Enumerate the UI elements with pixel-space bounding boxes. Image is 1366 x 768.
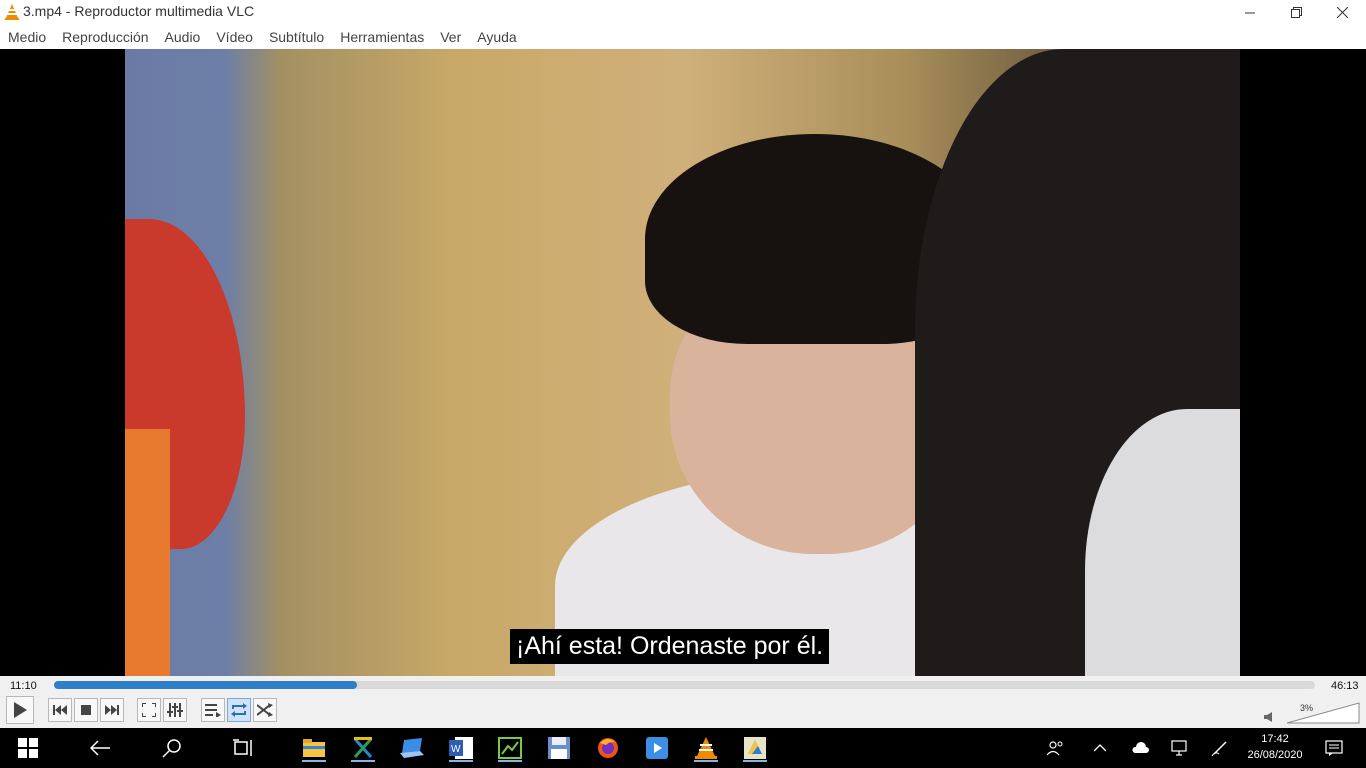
taskbar-drive-app[interactable] (739, 734, 771, 762)
drive-app-icon (744, 737, 766, 759)
task-view-icon (233, 739, 252, 756)
speaker-icon[interactable] (1264, 712, 1274, 722)
close-icon (1336, 7, 1348, 18)
people-icon (1047, 741, 1063, 756)
loop-button[interactable] (227, 698, 251, 722)
shuffle-button[interactable] (253, 698, 277, 722)
menu-medio[interactable]: Medio (0, 25, 54, 49)
tray-network[interactable] (1164, 734, 1196, 762)
fullscreen-button[interactable] (137, 698, 161, 722)
tray-people[interactable] (1040, 734, 1072, 762)
taskbar-video-player[interactable] (641, 734, 673, 762)
taskbar-word[interactable]: W (445, 734, 477, 762)
video-frame (125, 49, 1240, 676)
video-area[interactable]: ¡Ahí esta! Ordenaste por él. (0, 49, 1366, 676)
control-bar: 11:10 46:13 3% (0, 676, 1366, 728)
restore-button[interactable] (1273, 0, 1319, 25)
playlist-button[interactable] (201, 698, 225, 722)
minimize-button[interactable] (1227, 0, 1273, 25)
next-button[interactable] (100, 698, 124, 722)
stop-button[interactable] (74, 698, 98, 722)
taskbar-laptop-app[interactable] (396, 734, 428, 762)
folder-icon (303, 739, 325, 757)
taskbar-file-explorer[interactable] (298, 734, 330, 762)
skip-previous-icon (53, 705, 67, 715)
running-indicator (694, 760, 718, 762)
playlist-icon (205, 704, 221, 717)
minimize-icon (1245, 12, 1255, 13)
firefox-icon (598, 738, 618, 758)
taskbar-save-app[interactable] (543, 734, 575, 762)
clock-time[interactable]: 17:42 (1240, 733, 1310, 745)
cloud-icon (1132, 742, 1149, 753)
running-indicator (498, 760, 522, 762)
menu-ver[interactable]: Ver (432, 25, 469, 49)
elapsed-time: 11:10 (10, 680, 37, 692)
video-figure-left-lanyard (125, 429, 170, 676)
close-button[interactable] (1319, 0, 1365, 25)
search-icon (162, 739, 181, 758)
green-square-app-icon (498, 737, 522, 759)
tray-show-hidden[interactable] (1084, 734, 1116, 762)
shuffle-icon (257, 703, 273, 717)
vlc-logo-icon (5, 4, 19, 20)
running-indicator (743, 760, 767, 762)
chevron-up-icon (1094, 744, 1106, 752)
seek-progress (54, 681, 357, 689)
menu-subtitulo[interactable]: Subtítulo (261, 25, 332, 49)
title-bar: 3.mp4 - Reproductor multimedia VLC (0, 0, 1366, 25)
clock-date[interactable]: 26/08/2020 (1240, 749, 1310, 761)
seek-slider[interactable] (54, 681, 1315, 689)
running-indicator (351, 760, 375, 762)
search-button[interactable] (156, 734, 188, 762)
tray-onedrive[interactable] (1124, 734, 1156, 762)
running-indicator (449, 760, 473, 762)
stop-icon (81, 705, 91, 715)
menu-audio[interactable]: Audio (157, 25, 209, 49)
extended-settings-button[interactable] (163, 698, 187, 722)
action-center-button[interactable] (1318, 734, 1350, 762)
window-title: 3.mp4 - Reproductor multimedia VLC (23, 3, 255, 19)
play-button[interactable] (6, 696, 34, 724)
task-view-button[interactable] (228, 734, 260, 762)
menu-herramientas[interactable]: Herramientas (332, 25, 432, 49)
taskbar-app-x[interactable] (347, 734, 379, 762)
pen-icon (1211, 741, 1227, 757)
video-player-icon (646, 737, 668, 759)
menu-reproduccion[interactable]: Reproducción (54, 25, 156, 49)
volume-percentage: 3% (1300, 703, 1314, 713)
loop-icon (231, 703, 247, 717)
menu-video[interactable]: Vídeo (208, 25, 261, 49)
taskbar-firefox[interactable] (592, 734, 624, 762)
menu-ayuda[interactable]: Ayuda (469, 25, 524, 49)
skip-next-icon (105, 705, 119, 715)
svg-text:W: W (451, 744, 461, 755)
start-button[interactable] (12, 734, 44, 762)
subtitle-text: ¡Ahí esta! Ordenaste por él. (510, 629, 830, 664)
tray-pen[interactable] (1204, 734, 1236, 762)
vlc-cone-icon (695, 737, 717, 759)
taskbar-green-app[interactable] (494, 734, 526, 762)
previous-button[interactable] (48, 698, 72, 722)
total-time: 46:13 (1331, 680, 1359, 692)
play-icon (14, 702, 27, 718)
restore-icon (1290, 7, 1302, 18)
arrow-left-icon (90, 740, 110, 756)
menu-bar: Medio Reproducción Audio Vídeo Subtítulo… (0, 25, 1366, 49)
windows-taskbar: W 17:42 26/08/2020 (0, 728, 1366, 768)
network-icon (1171, 740, 1187, 756)
running-indicator (302, 760, 326, 762)
back-button[interactable] (84, 734, 116, 762)
fullscreen-icon (142, 703, 156, 717)
volume-slider[interactable] (1285, 701, 1361, 725)
taskbar-vlc[interactable] (690, 734, 722, 762)
windows-logo-icon (18, 738, 38, 758)
x-app-icon (353, 737, 373, 758)
word-document-icon: W (449, 737, 473, 759)
floppy-disk-icon (548, 737, 570, 759)
equalizer-icon (167, 703, 183, 717)
notification-icon (1325, 740, 1343, 756)
laptop-icon (400, 738, 424, 758)
